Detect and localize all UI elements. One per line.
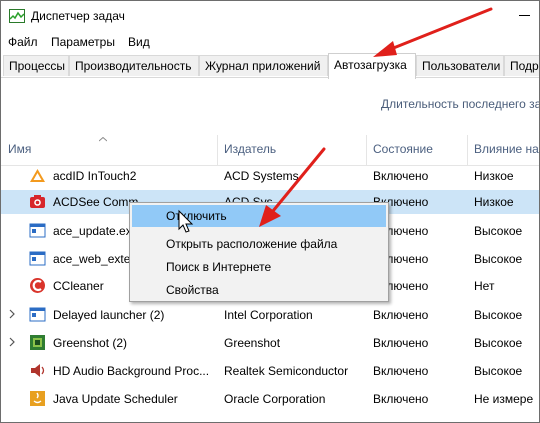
row-impact: Низкое <box>474 169 514 183</box>
tab-users[interactable]: Пользователи <box>416 55 504 76</box>
menu-item-disable[interactable]: Отключить <box>132 205 386 227</box>
menu-item-open-location[interactable]: Открыть расположение файла <box>132 233 386 255</box>
menu-item-search-online-label: Поиск в Интернете <box>166 260 272 274</box>
column-divider[interactable] <box>217 135 218 165</box>
exe-window-icon <box>29 223 46 238</box>
row-name: ace_web_exten <box>53 252 138 266</box>
row-publisher: Intel Corporation <box>224 308 313 322</box>
row-impact: Высокое <box>474 308 523 322</box>
row-impact: Высокое <box>474 364 523 378</box>
column-header-row: Имя Издатель Состояние Влияние на <box>1 135 539 166</box>
exe-window-icon <box>29 307 46 322</box>
table-row[interactable]: Java Update Scheduler Oracle Corporation… <box>1 387 539 411</box>
last-bios-time-label: Длительность последнего за <box>381 97 540 111</box>
tab-details[interactable]: Подр <box>504 55 539 76</box>
column-divider[interactable] <box>467 135 468 165</box>
chevron-right-icon[interactable] <box>8 309 16 319</box>
row-impact: Высокое <box>474 224 523 238</box>
row-publisher: Greenshot <box>224 336 281 350</box>
task-manager-window: Диспетчер задач Файл Параметры Вид Проце… <box>0 0 540 423</box>
tab-performance[interactable]: Производительность <box>69 55 199 76</box>
tab-processes[interactable]: Процессы <box>3 55 69 76</box>
column-status[interactable]: Состояние <box>373 142 433 156</box>
title-bar: Диспетчер задач <box>1 1 539 31</box>
table-row[interactable]: HD Audio Background Proc... Realtek Semi… <box>1 359 539 383</box>
row-status: Включено <box>373 169 429 183</box>
row-impact: Нет <box>474 279 495 293</box>
exe-window-icon <box>29 251 46 266</box>
row-name: ace_update.exe <box>53 224 139 238</box>
row-publisher: Oracle Corporation <box>224 392 326 406</box>
row-status: Включено <box>373 336 429 350</box>
ccleaner-icon <box>30 278 45 293</box>
menu-item-properties[interactable]: Свойства <box>132 279 386 301</box>
task-manager-icon <box>9 9 25 23</box>
java-icon <box>30 391 45 406</box>
row-name: CCleaner <box>53 279 104 293</box>
column-divider[interactable] <box>366 135 367 165</box>
table-row[interactable]: Greenshot (2) Greenshot Включено Высокое <box>1 331 539 355</box>
row-impact: Высокое <box>474 336 523 350</box>
row-publisher: Realtek Semiconductor <box>224 364 349 378</box>
row-impact: Высокое <box>474 252 523 266</box>
menu-file[interactable]: Файл <box>8 35 38 49</box>
speaker-icon <box>31 364 45 377</box>
row-name: Greenshot (2) <box>53 336 128 350</box>
row-status: Включено <box>373 308 429 322</box>
row-publisher: ACD Systems <box>224 169 299 183</box>
window-title: Диспетчер задач <box>31 9 125 23</box>
chevron-right-icon[interactable] <box>8 337 16 347</box>
tab-strip: Процессы Производительность Журнал прило… <box>1 53 539 79</box>
tab-startup[interactable]: Автозагрузка <box>328 53 416 79</box>
column-name[interactable]: Имя <box>8 142 31 156</box>
row-status: Включено <box>373 364 429 378</box>
row-name: Java Update Scheduler <box>53 392 178 406</box>
row-impact: Не измере <box>474 392 534 406</box>
menu-item-disable-label: Отключить <box>166 209 227 223</box>
menu-view[interactable]: Вид <box>128 35 150 49</box>
row-name: Delayed launcher (2) <box>53 308 165 322</box>
menu-bar: Файл Параметры Вид <box>1 31 539 53</box>
acdsee-camera-icon <box>30 195 45 208</box>
row-name: ACDSee Comm <box>53 195 139 209</box>
menu-item-search-online[interactable]: Поиск в Интернете <box>132 256 386 278</box>
row-status: Включено <box>373 392 429 406</box>
menu-item-open-location-label: Открыть расположение файла <box>166 237 338 251</box>
sort-chevron-icon[interactable] <box>99 137 107 142</box>
menu-options[interactable]: Параметры <box>51 35 115 49</box>
row-name: acdID InTouch2 <box>53 169 137 183</box>
row-impact: Низкое <box>474 195 514 209</box>
menu-item-properties-label: Свойства <box>166 283 219 297</box>
tab-app-history[interactable]: Журнал приложений <box>199 55 328 76</box>
context-menu: Отключить Открыть расположение файла Пои… <box>129 202 389 302</box>
minimize-button[interactable] <box>513 1 539 31</box>
table-row[interactable]: acdID InTouch2 ACD Systems Включено Низк… <box>1 164 539 188</box>
table-row[interactable]: Delayed launcher (2) Intel Corporation В… <box>1 303 539 327</box>
column-publisher[interactable]: Издатель <box>224 142 276 156</box>
row-name: HD Audio Background Proc... <box>53 364 210 378</box>
greenshot-icon <box>30 335 45 350</box>
column-impact[interactable]: Влияние на <box>474 142 539 156</box>
acd-intouch-icon <box>30 169 45 182</box>
